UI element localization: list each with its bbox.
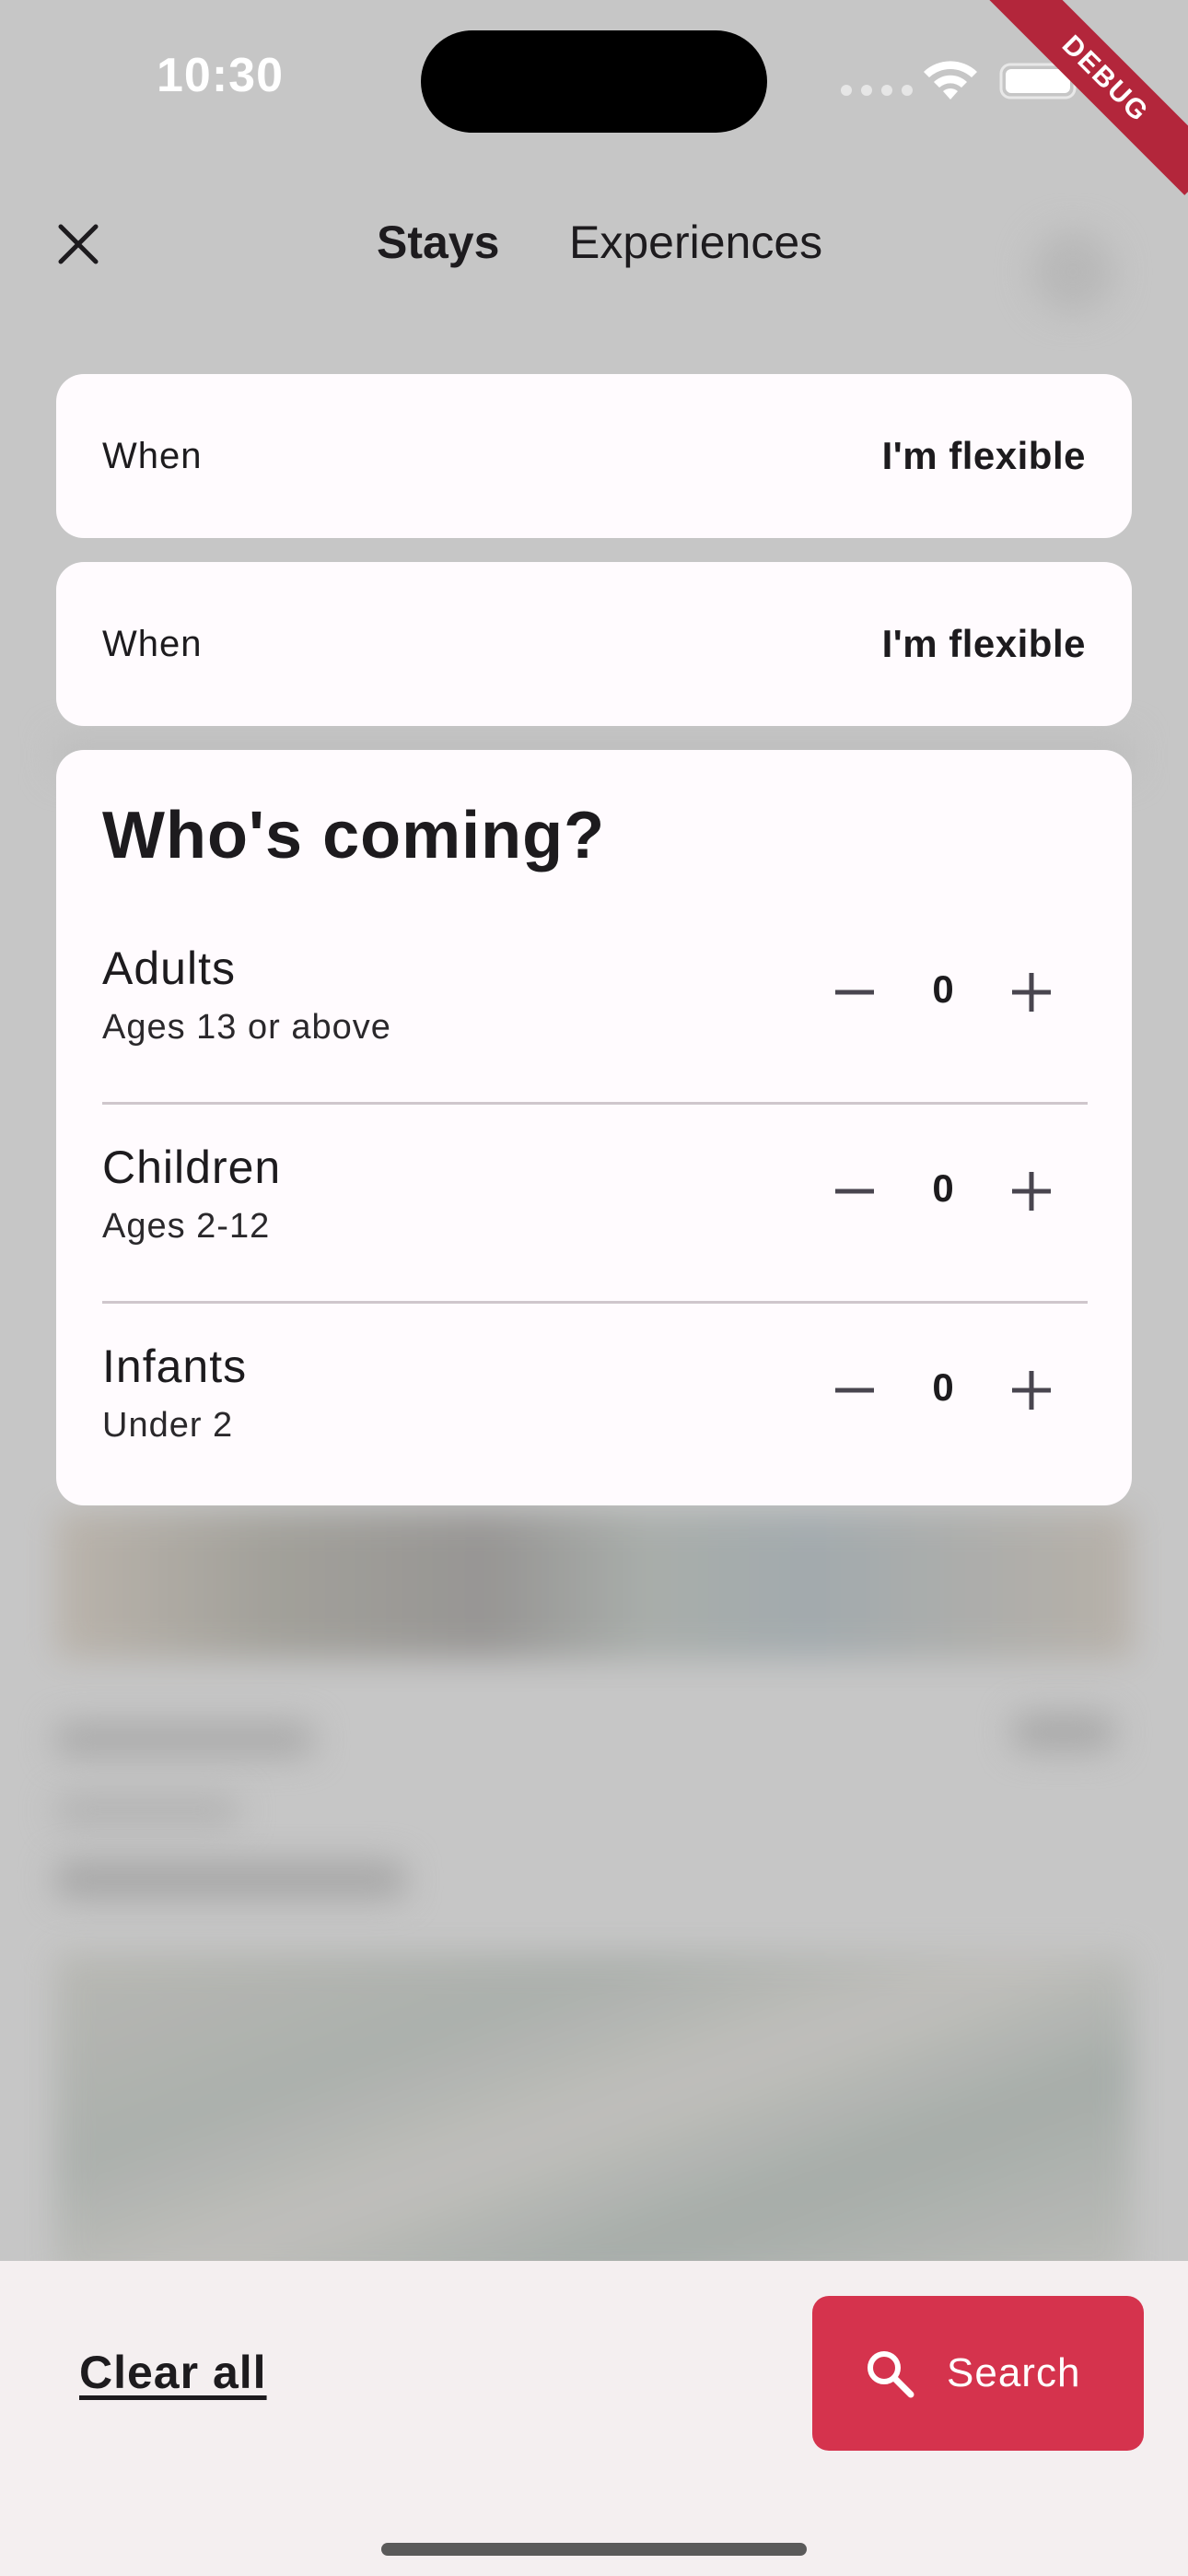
- wifi-icon: [924, 61, 977, 100]
- guest-type-description: Under 2: [102, 1406, 234, 1445]
- guests-title: Who's coming?: [102, 799, 606, 872]
- plus-icon: [1012, 1371, 1051, 1410]
- status-time: 10:30: [157, 49, 284, 102]
- guest-count: 0: [932, 967, 954, 1011]
- tab-stays[interactable]: Stays: [377, 216, 499, 269]
- guest-type-label: Infants: [102, 1341, 248, 1392]
- when-value: I'm flexible: [881, 434, 1086, 477]
- guest-row-infants: Infants Under 2 0: [102, 1340, 1086, 1539]
- plus-icon: [1012, 973, 1051, 1012]
- background-text: [55, 1797, 239, 1824]
- children-stepper: 0: [828, 1159, 1058, 1224]
- top-nav: Stays Experiences: [0, 193, 1188, 295]
- increment-button[interactable]: [1005, 1364, 1058, 1417]
- background-text: [55, 1861, 405, 1898]
- decrement-button[interactable]: [828, 1364, 881, 1417]
- when-card[interactable]: When I'm flexible: [56, 374, 1132, 538]
- guest-count: 0: [932, 1166, 954, 1210]
- guest-row-children: Children Ages 2-12 0: [102, 1141, 1086, 1340]
- minus-icon: [835, 989, 874, 995]
- guest-type-description: Ages 13 or above: [102, 1008, 391, 1047]
- search-button-label: Search: [947, 2350, 1081, 2395]
- status-bar: 10:30 DEBUG: [0, 0, 1188, 195]
- background-listing-image: [55, 1953, 1133, 2285]
- when-label: When: [102, 435, 203, 476]
- cellular-signal-icon: [841, 85, 913, 96]
- divider: [102, 1301, 1088, 1304]
- adults-stepper: 0: [828, 960, 1058, 1025]
- background-text: [55, 1723, 313, 1756]
- tab-experiences[interactable]: Experiences: [569, 216, 822, 269]
- increment-button[interactable]: [1005, 966, 1058, 1019]
- background-text: [1013, 1714, 1114, 1751]
- dynamic-island: [421, 30, 767, 133]
- minus-icon: [835, 1188, 874, 1194]
- bottom-action-bar: Clear all Search: [0, 2261, 1188, 2576]
- guest-row-adults: Adults Ages 13 or above 0: [102, 942, 1086, 1141]
- search-button[interactable]: Search: [812, 2296, 1144, 2451]
- clear-all-button[interactable]: Clear all: [79, 2346, 267, 2399]
- plus-icon: [1012, 1172, 1051, 1211]
- divider: [102, 1102, 1088, 1105]
- infants-stepper: 0: [828, 1358, 1058, 1423]
- when-label: When: [102, 623, 203, 664]
- guest-count: 0: [932, 1365, 954, 1409]
- decrement-button[interactable]: [828, 1165, 881, 1218]
- minus-icon: [835, 1388, 874, 1393]
- search-icon: [868, 2351, 914, 2398]
- home-indicator: [381, 2543, 807, 2556]
- when-card[interactable]: When I'm flexible: [56, 562, 1132, 726]
- guest-type-label: Children: [102, 1142, 282, 1193]
- guest-type-label: Adults: [102, 943, 236, 994]
- when-value: I'm flexible: [881, 622, 1086, 665]
- close-icon: [58, 224, 99, 264]
- close-button[interactable]: [50, 216, 107, 273]
- decrement-button[interactable]: [828, 966, 881, 1019]
- guest-type-description: Ages 2-12: [102, 1207, 271, 1246]
- guests-card: Who's coming? Adults Ages 13 or above 0 …: [56, 750, 1132, 1505]
- increment-button[interactable]: [1005, 1165, 1058, 1218]
